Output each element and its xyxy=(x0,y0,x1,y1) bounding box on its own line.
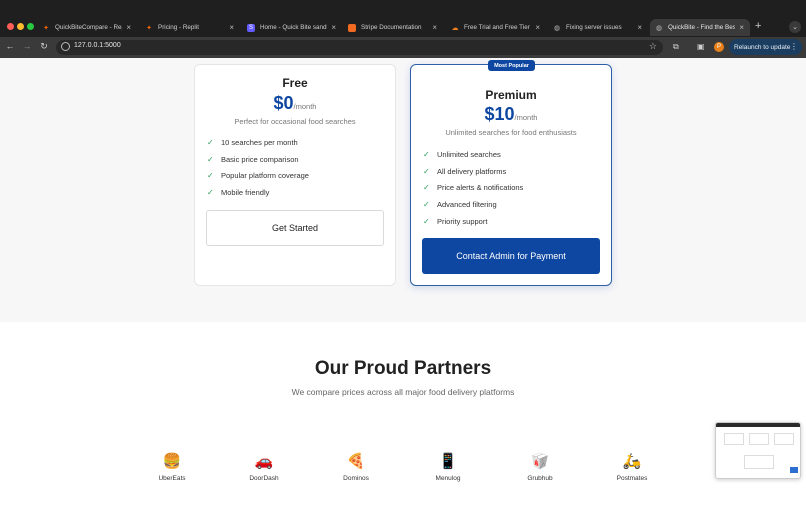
stripe-icon: S xyxy=(247,23,255,32)
close-tab-icon[interactable]: × xyxy=(739,23,744,32)
scooter-icon: 🛵 xyxy=(622,453,642,470)
thumbnail-block xyxy=(749,433,769,445)
media-control-icon[interactable]: ▣ xyxy=(697,42,705,51)
new-tab-button[interactable]: + xyxy=(755,20,761,32)
replit-icon: ✦ xyxy=(146,24,152,32)
feature-item: ✓ Advanced filtering xyxy=(423,200,497,210)
screenshot-thumbnail[interactable] xyxy=(715,422,801,479)
browser-tab[interactable]: Stripe Documentation × xyxy=(343,19,443,36)
check-icon: ✓ xyxy=(423,149,430,159)
browser-tab[interactable]: ◍ Fixing server issues × xyxy=(548,19,648,36)
thumbnail-header xyxy=(716,423,800,427)
bookmark-star-icon[interactable]: ☆ xyxy=(649,41,657,52)
page-content: Free $0/month Perfect for occasional foo… xyxy=(0,58,806,521)
check-icon: ✓ xyxy=(207,137,214,147)
most-popular-badge: Most Popular xyxy=(488,60,535,71)
pizza-icon: 🍕 xyxy=(346,453,366,470)
thumbnail-block xyxy=(744,455,774,469)
site-info-icon[interactable] xyxy=(61,42,70,51)
feature-list: ✓ Unlimited searches ✓ All delivery platfo… xyxy=(423,146,523,230)
partner-doordash: 🚗 DoorDash xyxy=(234,452,294,482)
feature-list: ✓ 10 searches per month ✓ Basic price comp… xyxy=(207,134,309,201)
browser-toolbar: ← → ↻ 127.0.0.1:5000 ☆ ⧉ ▣ P Relaunch to… xyxy=(0,37,806,58)
feature-item: ✓ Price alerts & notifications xyxy=(423,183,524,193)
partners-subtitle: We compare prices across all major food … xyxy=(291,387,515,397)
browser-tab[interactable]: S Home - Quick Bite sandbox × xyxy=(242,19,342,36)
contact-admin-button[interactable]: Contact Admin for Payment xyxy=(422,238,600,274)
partner-postmates: 🛵 Postmates xyxy=(602,452,662,482)
feature-item: ✓ Mobile friendly xyxy=(207,188,270,198)
plan-subtitle: Unlimited searches for food enthusiasts xyxy=(445,128,577,137)
reload-icon[interactable]: ↻ xyxy=(38,41,50,52)
premium-plan-card: Most Popular Premium $10/month Unlimited… xyxy=(410,60,612,286)
close-tab-icon[interactable]: × xyxy=(432,23,437,32)
thumbnail-block xyxy=(724,433,744,445)
thumbnail-block xyxy=(774,433,794,445)
check-icon: ✓ xyxy=(423,183,430,193)
feature-item: ✓ Unlimited searches xyxy=(423,149,501,159)
partner-dominos: 🍕 Dominos xyxy=(326,452,386,482)
profile-avatar[interactable]: P xyxy=(714,42,724,52)
burger-icon: 🍔 xyxy=(162,453,182,470)
back-icon[interactable]: ← xyxy=(4,41,16,51)
browser-tab[interactable]: ✦ QuickBiteCompare - Replit × xyxy=(37,19,137,36)
plan-name: Free xyxy=(282,76,308,90)
check-icon: ✓ xyxy=(423,217,430,227)
feature-item: ✓ All delivery platforms xyxy=(423,166,507,176)
car-icon: 🚗 xyxy=(254,453,274,470)
pricing-section: Free $0/month Perfect for occasional foo… xyxy=(0,58,806,322)
partners-title: Our Proud Partners xyxy=(314,358,492,379)
maximize-window-button[interactable] xyxy=(27,23,34,30)
extensions-icon[interactable]: ⧉ xyxy=(673,42,679,52)
globe-icon: ◍ xyxy=(655,24,663,32)
relaunch-button[interactable]: Relaunch to update ⋮ xyxy=(729,39,802,55)
check-icon: ✓ xyxy=(423,166,430,176)
minimize-window-button[interactable] xyxy=(17,23,24,30)
browser-tab[interactable]: ✦ Pricing - Replit × xyxy=(140,19,240,36)
close-window-button[interactable] xyxy=(7,23,14,30)
free-plan-card: Free $0/month Perfect for occasional foo… xyxy=(194,64,396,286)
forward-icon[interactable]: → xyxy=(21,41,33,51)
plan-price: $10/month xyxy=(484,104,538,124)
url-text[interactable]: 127.0.0.1:5000 xyxy=(74,42,121,49)
plan-subtitle: Perfect for occasional food searches xyxy=(234,117,356,126)
close-tab-icon[interactable]: × xyxy=(331,23,336,32)
more-menu-icon[interactable]: ⋮ xyxy=(790,42,798,51)
close-tab-icon[interactable]: × xyxy=(637,23,642,32)
check-icon: ✓ xyxy=(423,200,430,210)
check-icon: ✓ xyxy=(207,154,214,164)
check-icon: ✓ xyxy=(207,171,214,181)
get-started-button[interactable]: Get Started xyxy=(206,210,384,246)
feature-item: ✓ 10 searches per month xyxy=(207,137,298,147)
cloud-icon: ☁ xyxy=(451,24,459,32)
browser-tab[interactable]: ☁ Free Trial and Free Tier Se × xyxy=(446,19,546,36)
feature-item: ✓ Basic price comparison xyxy=(207,154,299,164)
replit-icon: ✦ xyxy=(43,24,49,32)
address-bar[interactable]: 127.0.0.1:5000 ☆ xyxy=(56,40,663,55)
tab-search-button[interactable]: ⌄ xyxy=(789,21,801,33)
close-tab-icon[interactable]: × xyxy=(229,23,234,32)
phone-icon: 📱 xyxy=(438,453,458,470)
partners-section: Our Proud Partners We compare prices acr… xyxy=(0,322,806,521)
globe-icon: ◍ xyxy=(553,24,561,32)
partner-ubereats: 🍔 UberEats xyxy=(142,452,202,482)
browser-tab-active[interactable]: ◍ QuickBite - Find the Best × xyxy=(650,19,750,36)
plan-price: $0/month xyxy=(273,93,317,113)
feature-item: ✓ Popular platform coverage xyxy=(207,171,309,181)
feature-item: ✓ Priority support xyxy=(423,217,488,227)
check-icon: ✓ xyxy=(207,188,214,198)
thumbnail-block xyxy=(790,467,798,473)
takeout-box-icon: 🥡 xyxy=(530,453,550,470)
close-tab-icon[interactable]: × xyxy=(126,23,131,32)
close-tab-icon[interactable]: × xyxy=(535,23,540,32)
browser-tab-bar: ✦ QuickBiteCompare - Replit × ✦ Pricing … xyxy=(0,0,806,37)
partner-grubhub: 🥡 Grubhub xyxy=(510,452,570,482)
stripe-docs-icon xyxy=(348,23,356,32)
partner-menulog: 📱 Menulog xyxy=(418,452,478,482)
plan-name: Premium xyxy=(485,88,537,102)
